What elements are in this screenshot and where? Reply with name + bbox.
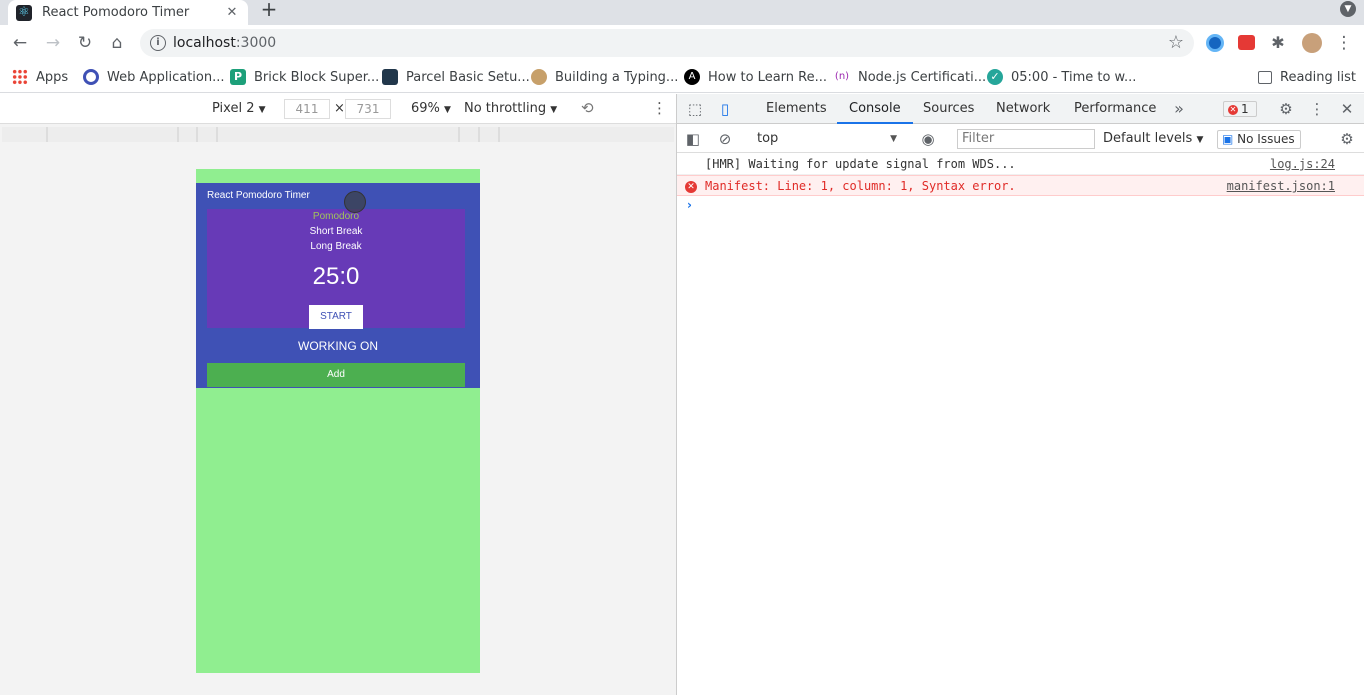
apps-grid-icon [12,69,28,85]
a-icon: A [684,69,700,85]
device-width-input[interactable]: 411 [284,99,330,119]
bookmark-item[interactable]: (n) Node.js Certificati... [834,68,986,86]
console-error-row: ✕ Manifest: Line: 1, column: 1, Syntax e… [677,175,1364,196]
clear-console-icon[interactable]: ⊘ [717,131,733,147]
tab-console[interactable]: Console [837,94,913,124]
working-on-heading: WORKING ON [298,339,378,353]
console-settings-gear-icon[interactable]: ⚙ [1339,131,1355,147]
console-sidebar-icon[interactable]: ◧ [685,131,701,147]
bookmarks-bar: Apps Web Application... P Brick Block Su… [0,61,1364,93]
phone-viewport: React Pomodoro Timer Pomodoro Short Brea… [196,169,480,673]
extensions-puzzle-icon[interactable]: ✱ [1266,31,1290,55]
tab-strip: ⚛ React Pomodoro Timer ✕ + ▼ [0,0,1364,25]
p-icon: P [230,69,246,85]
issues-button[interactable]: ▣ No Issues [1217,130,1301,149]
site-info-icon[interactable]: i [150,35,166,51]
console-log-row: [HMR] Waiting for update signal from WDS… [677,154,1364,175]
error-count-badge[interactable]: ✕ 1 [1223,101,1257,117]
browser-toolbar: ← → ↻ ⌂ i localhost:3000 ☆ ✱ ⋮ [0,25,1364,61]
rocket-icon [382,69,398,85]
timer-display: 25:0 [312,263,360,290]
react-favicon-icon: ⚛ [16,4,32,21]
reading-list-button[interactable]: Reading list [1258,68,1356,86]
bookmark-star-icon[interactable]: ☆ [1168,32,1184,53]
log-message: [HMR] Waiting for update signal from WDS… [705,157,1016,171]
log-source-link[interactable]: log.js:24 [1270,154,1335,175]
browser-menu-icon[interactable]: ⋮ [1332,31,1356,55]
tab-title: React Pomodoro Timer [42,5,190,20]
error-icon: ✕ [1228,104,1238,115]
error-source-link[interactable]: manifest.json:1 [1227,176,1335,197]
home-button[interactable]: ⌂ [105,31,129,55]
device-select[interactable]: Pixel 2 ▼ [212,101,266,116]
close-devtools-icon[interactable]: ✕ [1339,101,1355,117]
device-options-menu-icon[interactable]: ⋮ [652,99,667,117]
bookmark-apps[interactable]: Apps [12,68,68,86]
new-tab-button[interactable]: + [258,0,280,22]
bookmark-item[interactable]: A How to Learn Re... [684,68,827,86]
bookmark-item[interactable]: ✓ 05:00 - Time to w... [987,68,1136,86]
extension-chat-icon[interactable] [1238,35,1255,50]
log-levels-select[interactable]: Default levels ▼ [1103,129,1203,150]
inspect-element-icon[interactable]: ⬚ [687,101,703,117]
devtools-tab-bar: ⬚ ▯ Elements Console Sources Network Per… [677,94,1364,124]
device-toolbar: Pixel 2 ▼ 411 × 731 69% ▼ No throttling … [0,94,676,124]
profile-avatar[interactable] [1302,33,1322,53]
devtools-panel: ⬚ ▯ Elements Console Sources Network Per… [676,94,1364,695]
check-icon: ✓ [987,69,1003,85]
address-bar[interactable]: i localhost:3000 ☆ [140,29,1194,57]
reload-button[interactable]: ↻ [73,31,97,55]
tab-elements[interactable]: Elements [766,94,827,124]
circle-icon [83,69,99,85]
error-message: Manifest: Line: 1, column: 1, Syntax err… [705,179,1016,193]
device-height-input[interactable]: 731 [345,99,391,119]
start-button[interactable]: START [309,305,363,329]
tab-search-icon[interactable]: ▼ [1340,1,1356,17]
devtools-menu-icon[interactable]: ⋮ [1309,101,1325,117]
settings-gear-icon[interactable]: ⚙ [1278,101,1294,117]
mode-long-break[interactable]: Long Break [207,241,465,252]
media-query-ruler [2,127,674,142]
bookmark-item[interactable]: P Brick Block Super... [230,68,379,86]
url-text: localhost:3000 [173,35,277,51]
bookmark-item[interactable]: Web Application... [83,68,225,86]
extension-circle-icon[interactable] [1206,34,1224,52]
rotate-icon[interactable]: ⟲ [581,99,594,117]
forward-button[interactable]: → [41,31,65,55]
close-tab-icon[interactable]: ✕ [224,5,240,20]
bookmark-item[interactable]: Parcel Basic Setu... [382,68,530,86]
console-toolbar: ◧ ⊘ top ▼ ◉ Filter Default levels ▼ ▣ No … [677,125,1364,153]
monkey-icon [531,69,547,85]
bookmark-item[interactable]: Building a Typing... [531,68,678,86]
timer-panel: Pomodoro Short Break Long Break 25:0 STA… [207,209,465,329]
console-filter-input[interactable]: Filter [957,129,1095,149]
error-icon: ✕ [685,181,697,193]
dimension-separator: × [334,101,345,116]
device-emulation-area: Pixel 2 ▼ 411 × 731 69% ▼ No throttling … [0,94,676,695]
n-icon: (n) [834,71,850,82]
back-button[interactable]: ← [8,31,32,55]
more-tabs-icon[interactable]: » [1171,101,1187,117]
tab-network[interactable]: Network [996,94,1050,124]
reading-list-icon [1258,70,1272,84]
touch-cursor-icon [344,191,366,213]
device-toggle-icon[interactable]: ▯ [717,101,733,117]
mode-short-break[interactable]: Short Break [207,226,465,237]
live-expression-eye-icon[interactable]: ◉ [920,131,936,147]
context-select[interactable]: top ▼ [749,129,901,149]
app-title: React Pomodoro Timer [207,190,310,201]
throttling-select[interactable]: No throttling ▼ [464,101,557,116]
add-task-button[interactable]: Add [207,363,465,387]
mode-pomodoro[interactable]: Pomodoro [207,211,465,222]
tab-sources[interactable]: Sources [923,94,974,124]
tab-performance[interactable]: Performance [1074,94,1156,124]
browser-tab[interactable]: ⚛ React Pomodoro Timer ✕ [8,0,248,25]
console-prompt-chevron-icon[interactable]: › [687,198,692,212]
zoom-select[interactable]: 69% ▼ [411,101,451,116]
pomodoro-app: React Pomodoro Timer Pomodoro Short Brea… [196,183,480,388]
